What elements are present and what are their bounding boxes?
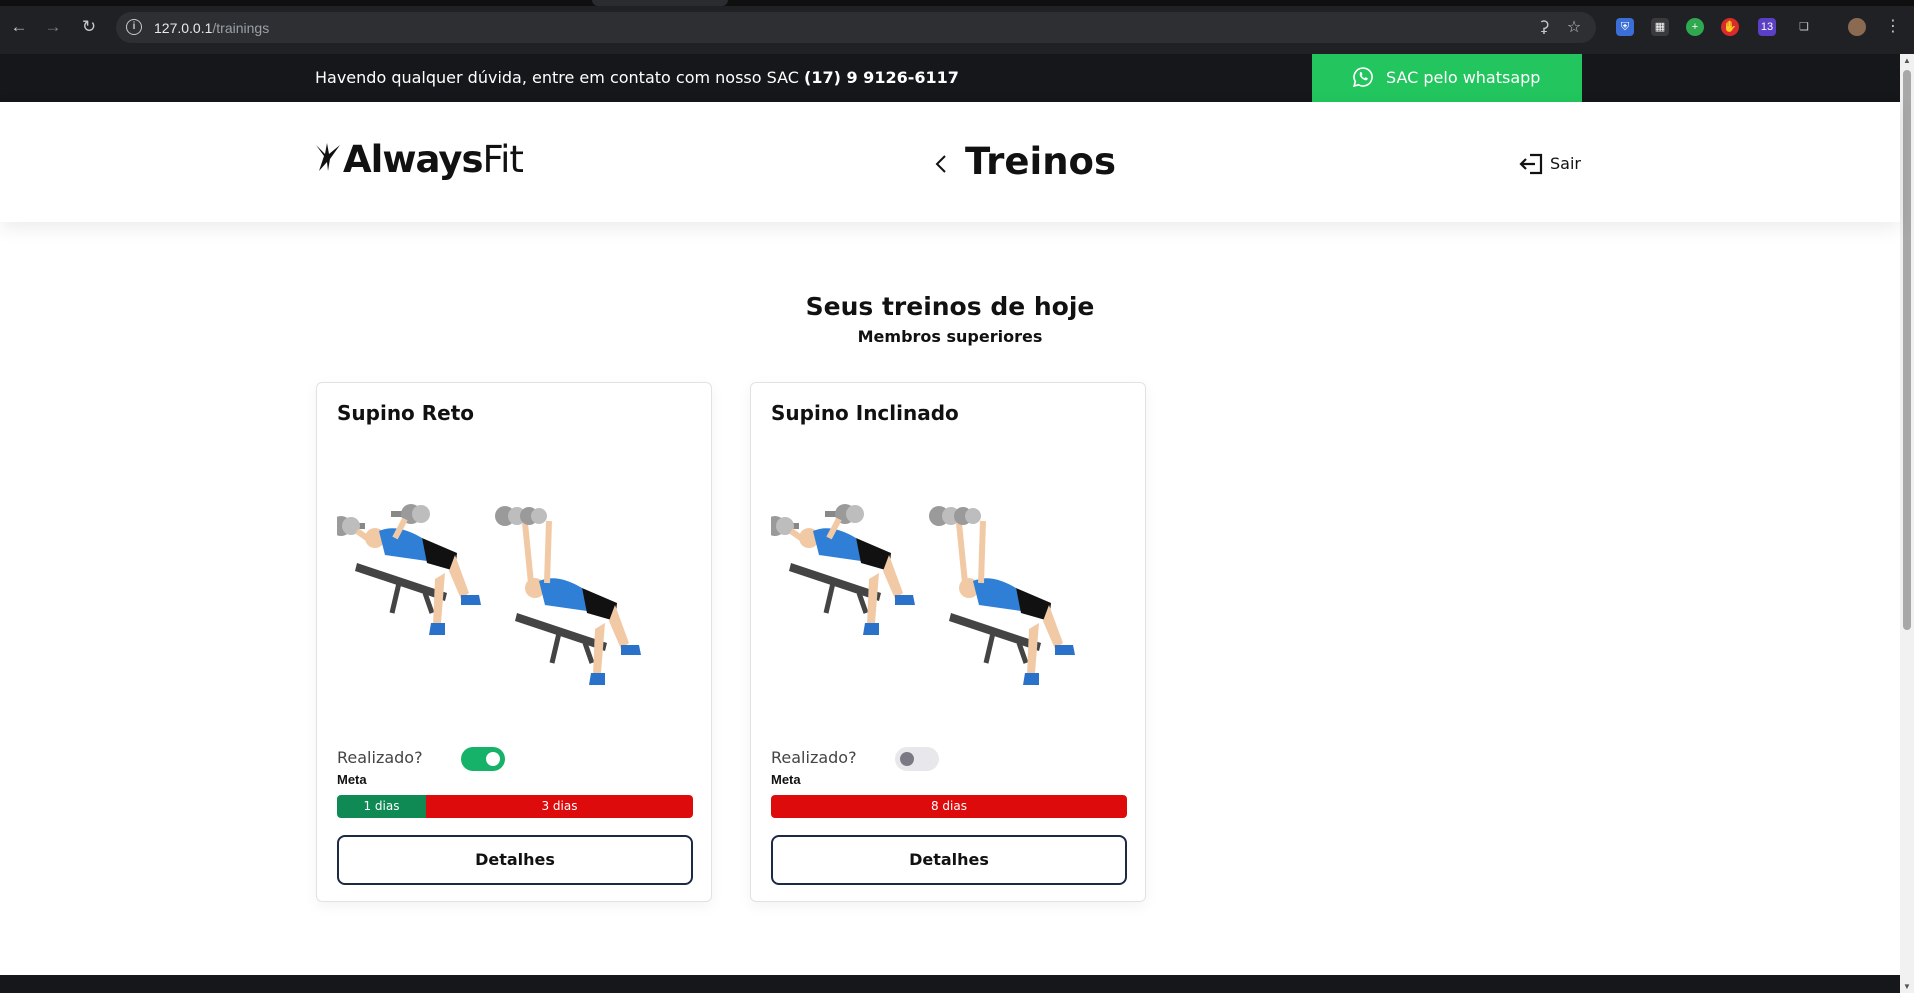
reload-icon[interactable]: ↻ <box>78 16 100 38</box>
training-card: Supino Reto Realizado? Meta 1 dias 3 dia… <box>316 382 712 902</box>
scroll-up-arrow-icon[interactable]: ▲ <box>1903 56 1911 65</box>
done-label: Realizado? <box>771 748 857 767</box>
extension-badge-icon[interactable]: 13 <box>1758 18 1776 36</box>
extension-badge-count: 13 <box>1760 21 1774 33</box>
profile-avatar[interactable] <box>1848 18 1866 36</box>
brand-name-light: Fit <box>482 138 523 181</box>
support-message: Havendo qualquer dúvida, entre em contat… <box>315 68 959 87</box>
bench-press-illustration <box>337 504 641 685</box>
address-url: 127.0.0.1/trainings <box>154 20 269 36</box>
browser-menu-icon[interactable]: ⋮ <box>1884 18 1902 36</box>
support-text: Havendo qualquer dúvida, entre em contat… <box>315 68 805 87</box>
done-label: Realizado? <box>337 748 423 767</box>
goal-progress-bar: 8 dias <box>771 795 1127 818</box>
extensions-puzzle-icon[interactable]: ❏ <box>1795 18 1813 36</box>
extension-grid-icon[interactable]: ▦ <box>1651 18 1669 36</box>
goal-progress-bar: 1 dias 3 dias <box>337 795 693 818</box>
scroll-down-arrow-icon[interactable]: ▼ <box>1903 982 1911 991</box>
chevron-left-icon <box>935 155 946 173</box>
goal-segment-done: 1 dias <box>337 795 426 818</box>
training-card: Supino Inclinado Realizado? Meta 8 dias … <box>750 382 1146 902</box>
goal-segment-remaining: 8 dias <box>771 795 1127 818</box>
site-info-icon[interactable]: i <box>126 19 142 35</box>
footer <box>0 975 1900 993</box>
back-arrow-icon[interactable]: ← <box>8 16 30 38</box>
goal-label: Meta <box>337 772 367 787</box>
exercise-name: Supino Reto <box>337 401 475 425</box>
extension-plus-icon[interactable]: + <box>1686 18 1704 36</box>
address-bar[interactable]: i 127.0.0.1/trainings ⚳ ☆ <box>116 12 1596 43</box>
alwaysfit-mark-icon <box>316 143 340 171</box>
page-title: Treinos <box>965 140 1116 183</box>
bench-press-pose-down <box>337 504 481 635</box>
extension-shield-icon[interactable]: ⛨ <box>1616 18 1634 36</box>
page-header: AlwaysFit Treinos Sair <box>0 102 1900 222</box>
active-tab[interactable] <box>592 0 728 6</box>
goal-segment-remaining: 3 dias <box>426 795 693 818</box>
incline-bench-press-illustration <box>771 504 1075 685</box>
tab-strip <box>0 0 1914 6</box>
scrollbar-thumb[interactable] <box>1903 70 1911 630</box>
goal-label: Meta <box>771 772 801 787</box>
section-subtitle: Membros superiores <box>857 327 1043 346</box>
exercise-name: Supino Inclinado <box>771 401 959 425</box>
bookmark-star-icon[interactable]: ☆ <box>1564 18 1584 38</box>
done-toggle[interactable] <box>895 747 939 771</box>
logout-icon <box>1519 153 1543 175</box>
whatsapp-label: SAC pelo whatsapp <box>1386 68 1541 87</box>
support-bar: Havendo qualquer dúvida, entre em contat… <box>0 54 1900 102</box>
browser-chrome: ← → ↻ i 127.0.0.1/trainings ⚳ ☆ ⛨ ▦ + ✋ … <box>0 0 1914 54</box>
toggle-knob <box>486 752 500 766</box>
brand-name: AlwaysFit <box>343 138 524 181</box>
forward-arrow-icon[interactable]: → <box>42 16 64 38</box>
section-title: Seus treinos de hoje <box>805 292 1095 321</box>
url-host: 127.0.0.1 <box>154 20 213 36</box>
toggle-knob <box>900 752 914 766</box>
incline-press-pose-up <box>929 506 1075 685</box>
password-key-icon[interactable]: ⚳ <box>1534 18 1554 38</box>
whatsapp-button[interactable]: SAC pelo whatsapp <box>1312 54 1582 102</box>
logout-label: Sair <box>1550 154 1581 173</box>
brand-name-bold: Always <box>343 138 483 181</box>
extension-hand-icon[interactable]: ✋ <box>1721 18 1739 36</box>
done-toggle[interactable] <box>461 747 505 771</box>
url-path: /trainings <box>212 20 270 36</box>
incline-press-pose-down <box>771 504 915 635</box>
bench-press-pose-up <box>495 506 641 685</box>
whatsapp-icon <box>1352 67 1373 88</box>
details-button[interactable]: Detalhes <box>771 835 1127 885</box>
support-phone: (17) 9 9126-6117 <box>804 68 959 87</box>
details-button[interactable]: Detalhes <box>337 835 693 885</box>
back-button[interactable] <box>930 152 954 176</box>
page-scrollbar[interactable]: ▲ ▼ <box>1900 54 1914 993</box>
